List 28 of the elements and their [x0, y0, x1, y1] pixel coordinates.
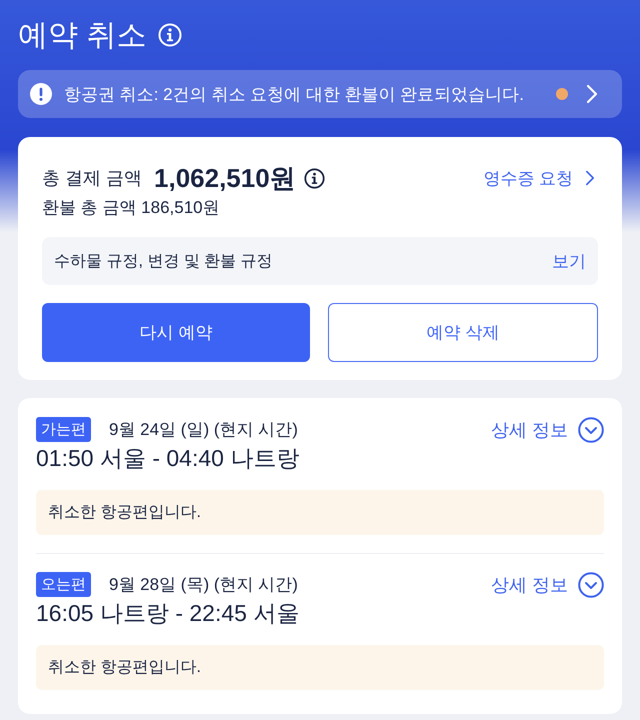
chevron-right-icon	[585, 170, 595, 186]
details-link[interactable]: 상세 정보	[490, 572, 604, 598]
rebook-button[interactable]: 다시 예약	[42, 303, 310, 362]
flight-date: 9월 24일 (일) (현지 시간)	[109, 419, 298, 441]
view-link[interactable]: 보기	[552, 250, 586, 272]
flight-date: 9월 28일 (목) (현지 시간)	[109, 574, 298, 596]
cancel-notice: 취소한 항공편입니다.	[36, 645, 604, 690]
delete-button[interactable]: 예약 삭제	[328, 303, 598, 362]
flight-route: 16:05 나트랑 - 22:45 서울	[36, 599, 300, 627]
alert-icon	[30, 83, 52, 105]
chevron-right-icon	[586, 84, 598, 104]
chevron-down-circle-icon	[578, 416, 604, 442]
notice-banner[interactable]: 항공권 취소: 2건의 취소 요청에 대한 환불이 완료되었습니다.	[18, 70, 622, 118]
total-amount: 1,062,510원	[154, 162, 296, 194]
flight-route: 01:50 서울 - 04:40 나트랑	[36, 444, 300, 472]
policy-label: 수하물 규정, 변경 및 환불 규정	[54, 252, 273, 272]
receipt-link[interactable]: 영수증 요청	[483, 166, 598, 190]
cancel-notice: 취소한 항공편입니다.	[36, 490, 604, 535]
notice-text: 항공권 취소: 2건의 취소 요청에 대한 환불이 완료되었습니다.	[64, 84, 525, 106]
chevron-down-circle-icon	[578, 572, 604, 598]
refund-total: 환불 총 금액 186,510원	[42, 197, 221, 219]
info-icon[interactable]	[304, 168, 325, 188]
details-link[interactable]: 상세 정보	[490, 416, 604, 442]
policy-row[interactable]: 수하물 규정, 변경 및 환불 규정 보기	[42, 237, 598, 285]
page-title: 예약 취소	[18, 18, 146, 54]
total-label: 총 결제 금액	[42, 167, 142, 190]
direction-tag: 가는편	[36, 417, 91, 442]
direction-tag: 오는편	[36, 572, 91, 597]
